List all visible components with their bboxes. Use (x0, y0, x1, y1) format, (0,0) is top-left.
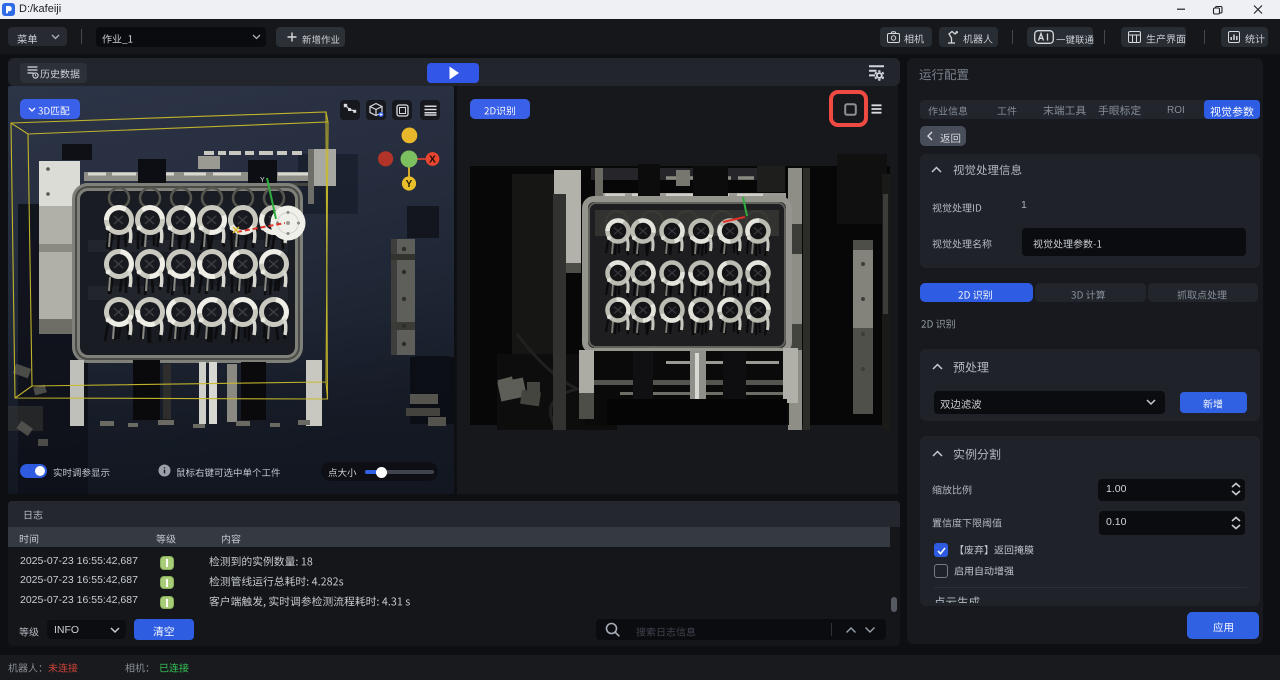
svg-text:Y: Y (406, 179, 413, 190)
svg-text:X: X (429, 154, 436, 165)
svg-text:Y: Y (260, 177, 265, 184)
